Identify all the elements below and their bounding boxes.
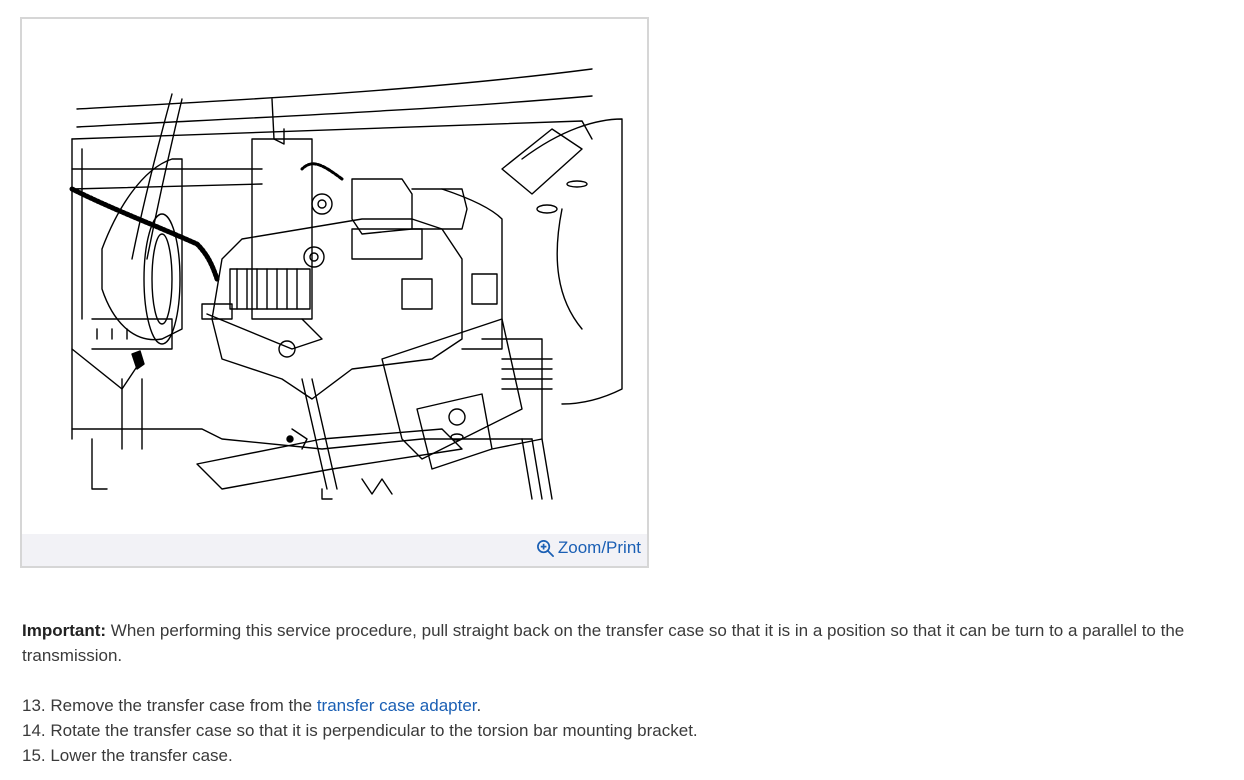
step-13: 13. Remove the transfer case from the tr…: [22, 693, 1242, 718]
diagram-figure: Zoom/Print: [20, 17, 649, 568]
step-15: 15. Lower the transfer case.: [22, 743, 1242, 768]
step-13-text: 13. Remove the transfer case from the: [22, 696, 317, 715]
step-15-text: 15. Lower the transfer case.: [22, 746, 233, 765]
zoom-print-label[interactable]: Zoom/Print: [558, 538, 641, 558]
transfer-case-illustration: [69, 68, 623, 500]
transfer-case-adapter-link[interactable]: transfer case adapter: [317, 696, 477, 715]
important-text: When performing this service procedure, …: [22, 621, 1185, 665]
important-label: Important:: [22, 621, 107, 640]
step-14: 14. Rotate the transfer case so that it …: [22, 718, 1242, 743]
step-list: 13. Remove the transfer case from the tr…: [22, 693, 1242, 768]
step-14-text: 14. Rotate the transfer case so that it …: [22, 721, 698, 740]
figure-footer: Zoom/Print: [22, 534, 647, 566]
zoom-print-link[interactable]: Zoom/Print: [536, 538, 641, 558]
important-note: Important: When performing this service …: [22, 618, 1242, 668]
step-13-suffix: .: [476, 696, 482, 715]
zoom-in-icon: [536, 539, 554, 557]
